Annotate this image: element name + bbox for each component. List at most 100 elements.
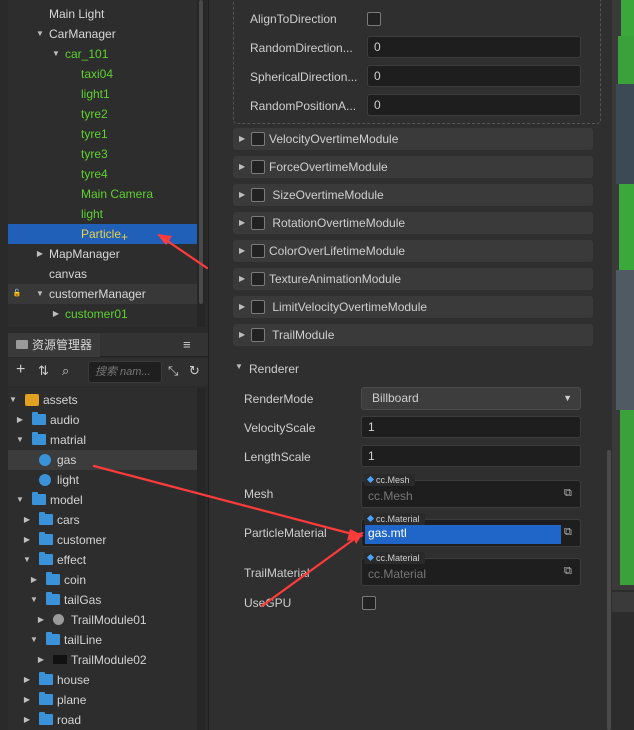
hierarchy-node[interactable]: ▼ CarManager [8,24,197,44]
add-icon[interactable]: + [16,361,25,379]
module-enable-checkbox[interactable] [251,160,265,174]
chevron-down-icon[interactable]: ▼ [15,430,25,450]
asset-item[interactable]: gas [8,450,197,470]
module-row[interactable]: ▶ TrailModule [233,324,593,346]
hierarchy-node[interactable]: ▶ MapManager [8,244,197,264]
velocity-scale-input[interactable]: 1 [361,416,581,438]
chevron-right-icon[interactable]: ▶ [22,510,32,530]
refresh-icon[interactable]: ↻ [189,363,200,379]
hierarchy-node[interactable]: taxi04 [8,64,197,84]
asset-item[interactable]: ▶ audio [8,410,197,430]
module-enable-checkbox[interactable] [251,244,265,258]
lock-icon[interactable]: 🔓 [12,284,22,304]
module-enable-checkbox[interactable] [251,328,265,342]
chevron-right-icon[interactable]: ▶ [36,610,46,630]
chevron-right-icon[interactable]: ▶ [239,240,245,262]
inspector-scroll-thumb[interactable] [607,450,611,730]
hierarchy-node[interactable]: light1 [8,84,197,104]
chevron-down-icon[interactable]: ▼ [22,550,32,570]
chevron-right-icon[interactable]: ▶ [35,244,45,264]
module-enable-checkbox[interactable] [251,216,265,230]
module-row[interactable]: ▶ ColorOverLifetimeModule [233,240,593,262]
asset-item[interactable]: ▶ road [8,710,197,730]
chevron-right-icon[interactable]: ▶ [15,410,25,430]
hierarchy-node[interactable]: Main Light [8,4,197,24]
chevron-right-icon[interactable]: ▶ [239,184,245,206]
menu-icon[interactable]: ≡ [183,333,191,357]
module-enable-checkbox[interactable] [251,272,265,286]
hierarchy-node[interactable]: tyre1 [8,124,197,144]
asset-picker-icon[interactable]: ⧉ [564,487,576,500]
chevron-right-icon[interactable]: ▶ [51,304,61,324]
asset-item[interactable]: ▼ effect [8,550,197,570]
hierarchy-node[interactable]: tyre2 [8,104,197,124]
module-row[interactable]: ▶ SizeOvertimeModule [233,184,593,206]
trail-material-field[interactable]: cc.Material cc.Material ⧉ [361,552,581,586]
module-enable-checkbox[interactable] [251,300,265,314]
chevron-down-icon[interactable]: ▼ [35,284,45,304]
chevron-down-icon[interactable]: ▼ [35,24,45,44]
chevron-right-icon[interactable]: ▶ [22,690,32,710]
asset-item[interactable]: ▶ coin [8,570,197,590]
chevron-down-icon[interactable]: ▼ [29,630,39,650]
asset-item[interactable]: ▼ tailLine [8,630,197,650]
chevron-down-icon[interactable]: ▼ [15,490,25,510]
collapse-icon[interactable]: ⤡ [168,363,178,379]
module-row[interactable]: ▶ VelocityOvertimeModule [233,128,593,150]
chevron-down-icon[interactable]: ▼ [29,590,39,610]
module-row[interactable]: ▶ RotationOvertimeModule [233,212,593,234]
asset-item[interactable]: ▼ assets [8,390,197,410]
use-gpu-checkbox[interactable] [362,596,376,610]
chevron-right-icon[interactable]: ▶ [239,212,245,234]
random-direction-input[interactable]: 0 [367,36,581,58]
hierarchy-node[interactable]: ▶ customer01 [8,304,197,324]
chevron-right-icon[interactable]: ▶ [239,156,245,178]
chevron-right-icon[interactable]: ▶ [29,570,39,590]
asset-search-input[interactable]: 搜索 nam... [88,361,162,383]
chevron-right-icon[interactable]: ▶ [22,670,32,690]
asset-item[interactable]: ▶ TrailModule01 [8,610,197,630]
asset-picker-icon[interactable]: ⧉ [564,526,576,539]
chevron-down-icon[interactable]: ▼ [51,44,61,64]
asset-item[interactable]: ▶ cars [8,510,197,530]
chevron-right-icon[interactable]: ▶ [22,710,32,730]
scene-view-edge[interactable] [612,0,634,730]
hierarchy-node[interactable]: tyre3 [8,144,197,164]
chevron-right-icon[interactable]: ▶ [239,296,245,318]
module-row[interactable]: ▶ LimitVelocityOvertimeModule [233,296,593,318]
chevron-right-icon[interactable]: ▶ [239,268,245,290]
asset-item[interactable]: ▼ tailGas [8,590,197,610]
module-enable-checkbox[interactable] [251,132,265,146]
hierarchy-node[interactable]: canvas [8,264,197,284]
hierarchy-node[interactable]: Particle + [8,224,197,244]
hierarchy-node[interactable]: ▼ 🔓 customerManager [8,284,197,304]
chevron-right-icon[interactable]: ▶ [239,128,245,150]
particle-material-field[interactable]: cc.Material gas.mtl ⧉ [361,513,581,547]
chevron-down-icon[interactable]: ▼ [235,362,243,371]
random-position-input[interactable]: 0 [367,94,581,116]
hierarchy-node[interactable]: ▼ car_101 [8,44,197,64]
hierarchy-node[interactable]: tyre4 [8,164,197,184]
hierarchy-node[interactable]: Main Camera [8,184,197,204]
asset-item[interactable]: ▶ house [8,670,197,690]
asset-item[interactable]: ▶ plane [8,690,197,710]
spherical-direction-input[interactable]: 0 [367,65,581,87]
assets-tab[interactable]: 资源管理器 [8,333,100,357]
sort-icon[interactable]: ⇅ [38,363,49,379]
assets-scrollbar[interactable] [197,388,205,730]
asset-item[interactable]: light [8,470,197,490]
chevron-right-icon[interactable]: ▶ [22,530,32,550]
asset-item[interactable]: ▶ TrailModule02 [8,650,197,670]
asset-item[interactable]: ▼ model [8,490,197,510]
module-enable-checkbox[interactable] [251,188,265,202]
search-icon[interactable]: ⌕ [62,363,69,379]
hierarchy-node[interactable]: light [8,204,197,224]
render-mode-select[interactable]: Billboard ▼ [361,387,581,410]
module-row[interactable]: ▶ ForceOvertimeModule [233,156,593,178]
chevron-down-icon[interactable]: ▼ [8,390,18,410]
hierarchy-scroll-thumb[interactable] [199,0,203,304]
asset-picker-icon[interactable]: ⧉ [564,565,576,578]
length-scale-input[interactable]: 1 [361,445,581,467]
align-to-direction-checkbox[interactable] [367,12,381,26]
chevron-right-icon[interactable]: ▶ [239,324,245,346]
